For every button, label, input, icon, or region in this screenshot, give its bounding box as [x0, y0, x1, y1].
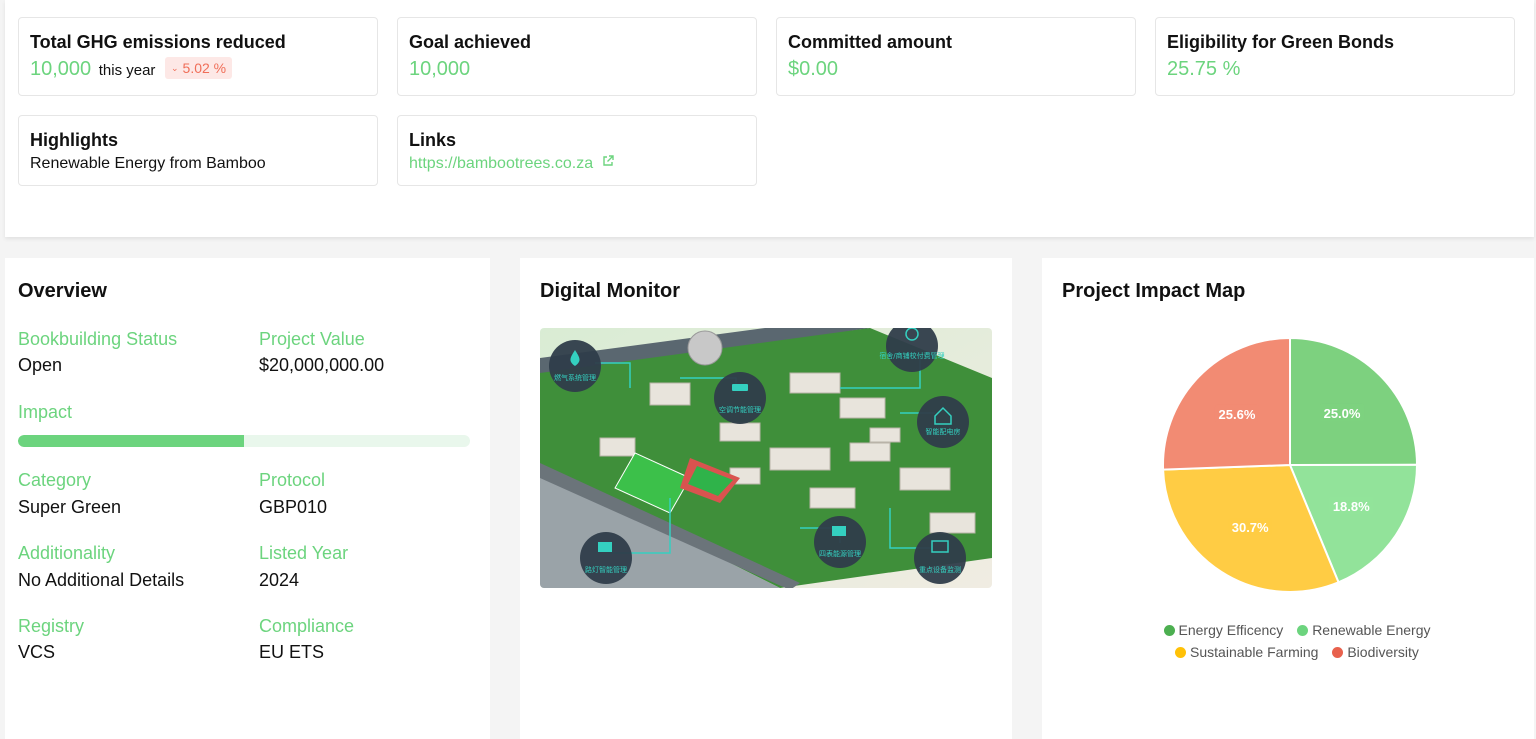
category-label: Category — [18, 470, 92, 490]
digital-monitor-title: Digital Monitor — [540, 280, 680, 302]
impact-progress-bar — [18, 435, 470, 447]
overview-panel: Overview Bookbuilding Status Open Projec… — [5, 258, 490, 739]
pie-slice-biodiversity[interactable] — [1162, 336, 1291, 471]
ghg-suffix: this year — [98, 62, 156, 79]
node-gas-label: 燃气系统管理 — [554, 373, 596, 382]
impact-pie-chart[interactable]: 25.0% 18.8% 30.7% 25.6% — [1155, 330, 1425, 600]
legend-label: Renewable Energy — [1312, 622, 1431, 638]
ghg-delta-badge: ⌄ 5.02 % — [165, 57, 233, 79]
legend-dot — [1175, 647, 1187, 658]
campus-map-image[interactable]: 燃气系统管理 空调节能管理 宿舍/商铺校付费管理 智能配电房 路灯智能管理 四表… — [540, 328, 992, 588]
legend-item-biodiversity[interactable]: Biodiversity — [1332, 641, 1419, 663]
listed-year-value: 2024 — [259, 570, 300, 590]
goal-title: Goal achieved — [409, 32, 532, 52]
streetlight-icon — [598, 542, 612, 552]
category-value: Super Green — [18, 497, 122, 517]
pie-data-label: 30.7% — [1232, 520, 1269, 535]
impact-map-title: Project Impact Map — [1062, 280, 1246, 302]
external-link-icon[interactable] — [602, 155, 614, 167]
node-equipment-label: 重点设备监测 — [919, 565, 961, 574]
project-value: $20,000,000.00 — [259, 355, 385, 375]
links-title: Links — [409, 130, 457, 150]
campus-map-illustration: 燃气系统管理 空调节能管理 宿舍/商铺校付费管理 智能配电房 路灯智能管理 四表… — [540, 328, 992, 588]
compliance-label: Compliance — [259, 616, 355, 636]
project-link[interactable]: https://bambootrees.co.za — [409, 153, 745, 175]
summary-panel: Total GHG emissions reduced 10,000 this … — [5, 0, 1534, 237]
additionality-label: Additionality — [18, 543, 116, 563]
goal-card: Goal achieved 10,000 — [397, 17, 757, 96]
ghg-value-row: 10,000 this year ⌄ 5.02 % — [30, 55, 366, 85]
legend-label: Energy Efficency — [1178, 622, 1284, 638]
node-billing-label: 宿舍/商铺校付费管理 — [879, 351, 944, 360]
impact-progress-fill — [18, 435, 244, 447]
ghg-title: Total GHG emissions reduced — [30, 32, 286, 52]
registry-label: Registry — [18, 616, 85, 636]
committed-value: $0.00 — [788, 58, 839, 80]
highlights-title: Highlights — [30, 130, 118, 150]
legend-label: Sustainable Farming — [1190, 644, 1319, 660]
protocol-label: Protocol — [259, 470, 326, 490]
protocol-value: GBP010 — [259, 497, 328, 517]
chevron-down-icon: ⌄ — [171, 63, 179, 73]
goal-value: 10,000 — [409, 58, 471, 80]
legend-item-sustainable-farming[interactable]: Sustainable Farming — [1175, 641, 1318, 663]
registry-value: VCS — [18, 642, 56, 662]
pie-data-label: 25.6% — [1219, 407, 1256, 422]
pie-slice-energy-efficency[interactable] — [1289, 336, 1419, 467]
project-link-text[interactable]: https://bambootrees.co.za — [409, 155, 593, 172]
compliance-value: EU ETS — [259, 642, 325, 662]
pie-data-label: 25.0% — [1324, 406, 1361, 421]
legend-item-renewable-energy[interactable]: Renewable Energy — [1297, 619, 1430, 641]
bookbuilding-label: Bookbuilding Status — [18, 329, 178, 349]
ghg-delta: 5.02 % — [182, 60, 227, 76]
ghg-card: Total GHG emissions reduced 10,000 this … — [18, 17, 378, 96]
highlights-card: Highlights Renewable Energy from Bamboo — [18, 115, 378, 186]
committed-title: Committed amount — [788, 32, 952, 52]
eligibility-card: Eligibility for Green Bonds 25.75 % — [1155, 17, 1515, 96]
highlights-text: Renewable Energy from Bamboo — [30, 155, 266, 172]
pie-data-label: 18.8% — [1333, 499, 1370, 514]
project-value-label: Project Value — [259, 329, 365, 349]
legend-dot — [1297, 625, 1309, 636]
eligibility-value: 25.75 % — [1167, 58, 1241, 80]
overview-title: Overview — [18, 280, 107, 302]
node-streetlight-label: 路灯智能管理 — [585, 565, 627, 574]
node-meters-label: 四表能源管理 — [819, 549, 861, 558]
impact-map-panel: Project Impact Map 25.0% 18.8% 30.7% 25.6% … — [1042, 258, 1534, 739]
legend-dot — [1163, 625, 1175, 636]
meter-icon — [832, 526, 846, 536]
additionality-value: No Additional Details — [18, 570, 185, 590]
digital-monitor-panel: Digital Monitor 燃气系统管理 空调节能管理 宿舍/商铺校付费管理… — [520, 258, 1012, 739]
bookbuilding-value: Open — [18, 355, 63, 375]
air-conditioner-icon — [732, 384, 748, 391]
links-card: Links https://bambootrees.co.za — [397, 115, 757, 186]
node-hvac-label: 空调节能管理 — [719, 405, 761, 414]
pie-legend: Energy Efficency Renewable Energy Sustai… — [1152, 619, 1452, 663]
impact-label: Impact — [18, 402, 73, 422]
node-power-room-label: 智能配电房 — [926, 427, 961, 436]
legend-item-energy-efficiency[interactable]: Energy Efficency — [1163, 619, 1284, 641]
ghg-value: 10,000 — [30, 58, 92, 80]
committed-card: Committed amount $0.00 — [776, 17, 1136, 96]
legend-dot — [1332, 647, 1344, 658]
listed-year-label: Listed Year — [259, 543, 349, 563]
legend-label: Biodiversity — [1347, 644, 1419, 660]
eligibility-title: Eligibility for Green Bonds — [1167, 32, 1395, 52]
